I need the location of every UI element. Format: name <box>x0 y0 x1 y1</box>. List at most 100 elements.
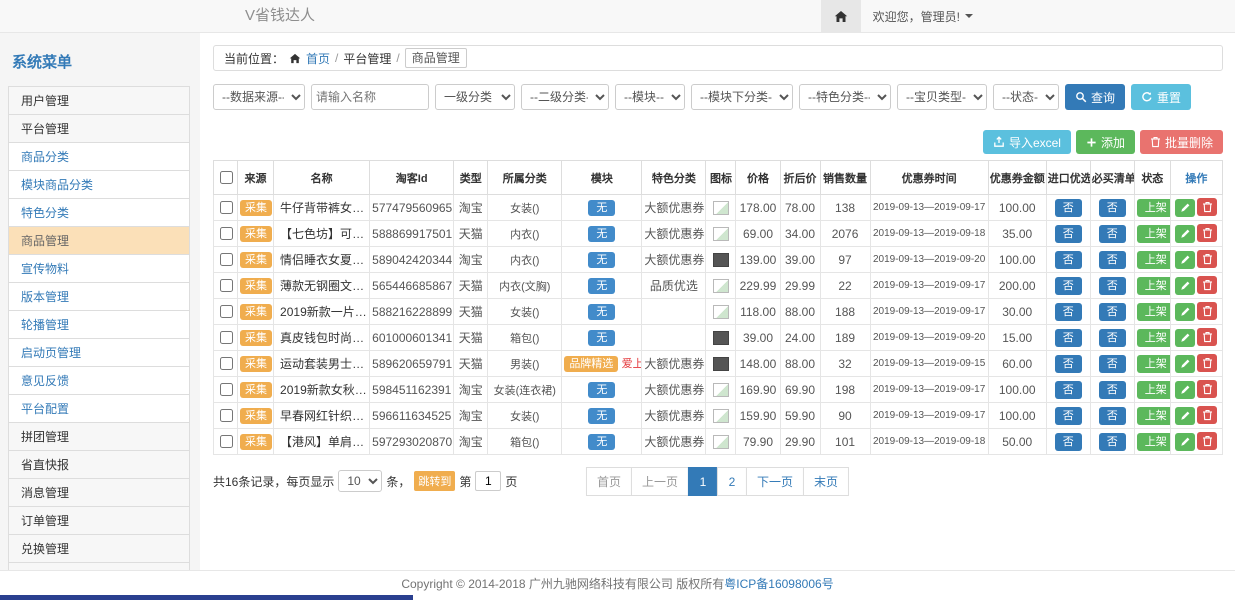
sidebar-item[interactable]: 消息管理 <box>8 478 190 507</box>
import-select-toggle[interactable]: 否 <box>1055 303 1082 321</box>
sidebar-item[interactable]: 拼团管理 <box>8 422 190 451</box>
delete-button[interactable] <box>1197 354 1217 372</box>
edit-button[interactable] <box>1175 355 1195 373</box>
module-filter[interactable]: --模块-- <box>615 84 685 110</box>
horizontal-scrollbar-thumb[interactable] <box>0 595 413 600</box>
pager-button[interactable]: 2 <box>717 467 747 496</box>
edit-button[interactable] <box>1175 407 1195 425</box>
status-toggle[interactable]: 上架 <box>1137 277 1171 295</box>
import-select-toggle[interactable]: 否 <box>1055 199 1082 217</box>
must-buy-toggle[interactable]: 否 <box>1099 251 1126 269</box>
source-filter[interactable]: --数据来源-- <box>213 84 305 110</box>
add-button[interactable]: 添加 <box>1076 130 1135 154</box>
row-checkbox[interactable] <box>220 409 233 422</box>
must-buy-toggle[interactable]: 否 <box>1099 199 1126 217</box>
row-checkbox[interactable] <box>220 331 233 344</box>
status-toggle[interactable]: 上架 <box>1137 381 1171 399</box>
sidebar-item[interactable]: 商品分类 <box>8 142 190 171</box>
sidebar-item[interactable] <box>8 562 190 570</box>
row-checkbox[interactable] <box>220 305 233 318</box>
status-toggle[interactable]: 上架 <box>1137 303 1171 321</box>
must-buy-toggle[interactable]: 否 <box>1099 225 1126 243</box>
must-buy-toggle[interactable]: 否 <box>1099 355 1126 373</box>
must-buy-toggle[interactable]: 否 <box>1099 381 1126 399</box>
pager-button[interactable]: 1 <box>688 467 718 496</box>
edit-button[interactable] <box>1175 329 1195 347</box>
edit-button[interactable] <box>1175 433 1195 451</box>
delete-button[interactable] <box>1197 328 1217 346</box>
row-checkbox[interactable] <box>220 227 233 240</box>
import-select-toggle[interactable]: 否 <box>1055 251 1082 269</box>
edit-button[interactable] <box>1175 225 1195 243</box>
user-menu[interactable]: 欢迎您，管理员! <box>861 0 985 32</box>
breadcrumb-home-link[interactable]: 首页 <box>306 50 330 67</box>
delete-button[interactable] <box>1197 224 1217 242</box>
sidebar-item[interactable]: 商品管理 <box>8 226 190 255</box>
must-buy-toggle[interactable]: 否 <box>1099 433 1126 451</box>
sidebar-item[interactable]: 轮播管理 <box>8 310 190 339</box>
sidebar-item[interactable]: 启动页管理 <box>8 338 190 367</box>
pager-button[interactable]: 末页 <box>803 467 849 496</box>
level2-category-filter[interactable]: --二级分类-- <box>521 84 609 110</box>
select-all-checkbox[interactable] <box>220 171 233 184</box>
status-toggle[interactable]: 上架 <box>1137 251 1171 269</box>
row-checkbox[interactable] <box>220 279 233 292</box>
pager-button[interactable]: 上一页 <box>631 467 689 496</box>
page-size-select[interactable]: 10 <box>338 470 382 492</box>
row-checkbox[interactable] <box>220 357 233 370</box>
level1-category-filter[interactable]: 一级分类 <box>435 84 515 110</box>
delete-button[interactable] <box>1197 250 1217 268</box>
row-checkbox[interactable] <box>220 253 233 266</box>
must-buy-toggle[interactable]: 否 <box>1099 277 1126 295</box>
row-checkbox[interactable] <box>220 383 233 396</box>
must-buy-toggle[interactable]: 否 <box>1099 303 1126 321</box>
edit-button[interactable] <box>1175 277 1195 295</box>
status-toggle[interactable]: 上架 <box>1137 433 1171 451</box>
sidebar-item[interactable]: 版本管理 <box>8 282 190 311</box>
import-excel-button[interactable]: 导入excel <box>983 130 1071 154</box>
delete-button[interactable] <box>1197 380 1217 398</box>
sidebar-item[interactable]: 平台配置 <box>8 394 190 423</box>
import-select-toggle[interactable]: 否 <box>1055 329 1082 347</box>
must-buy-toggle[interactable]: 否 <box>1099 407 1126 425</box>
sidebar-item[interactable]: 兑换管理 <box>8 534 190 563</box>
batch-delete-button[interactable]: 批量删除 <box>1140 130 1223 154</box>
sidebar-item[interactable]: 订单管理 <box>8 506 190 535</box>
home-nav-button[interactable] <box>821 0 861 32</box>
sidebar-item[interactable]: 平台管理 <box>8 114 190 143</box>
must-buy-toggle[interactable]: 否 <box>1099 329 1126 347</box>
reset-button[interactable]: 重置 <box>1131 84 1191 110</box>
sidebar-item[interactable]: 意见反馈 <box>8 366 190 395</box>
feature-category-filter[interactable]: --特色分类-- <box>799 84 891 110</box>
status-toggle[interactable]: 上架 <box>1137 407 1171 425</box>
icp-link[interactable]: 粤ICP备16098006号 <box>724 577 833 591</box>
import-select-toggle[interactable]: 否 <box>1055 433 1082 451</box>
delete-button[interactable] <box>1197 406 1217 424</box>
import-select-toggle[interactable]: 否 <box>1055 381 1082 399</box>
edit-button[interactable] <box>1175 303 1195 321</box>
sidebar-item[interactable]: 省直快报 <box>8 450 190 479</box>
delete-button[interactable] <box>1197 432 1217 450</box>
edit-button[interactable] <box>1175 199 1195 217</box>
pager-button[interactable]: 下一页 <box>746 467 804 496</box>
import-select-toggle[interactable]: 否 <box>1055 407 1082 425</box>
row-checkbox[interactable] <box>220 435 233 448</box>
sidebar-item[interactable]: 模块商品分类 <box>8 170 190 199</box>
status-filter[interactable]: --状态-- <box>993 84 1059 110</box>
import-select-toggle[interactable]: 否 <box>1055 225 1082 243</box>
sidebar-item[interactable]: 特色分类 <box>8 198 190 227</box>
status-toggle[interactable]: 上架 <box>1137 199 1171 217</box>
jump-page-input[interactable] <box>475 471 501 491</box>
sidebar-item[interactable]: 宣传物料 <box>8 254 190 283</box>
status-toggle[interactable]: 上架 <box>1137 225 1171 243</box>
row-checkbox[interactable] <box>220 201 233 214</box>
delete-button[interactable] <box>1197 276 1217 294</box>
module-sub-category-filter[interactable]: --模块下分类-- <box>691 84 793 110</box>
item-type-filter[interactable]: --宝贝类型-- <box>897 84 987 110</box>
edit-button[interactable] <box>1175 381 1195 399</box>
search-button[interactable]: 查询 <box>1065 84 1125 110</box>
delete-button[interactable] <box>1197 302 1217 320</box>
name-search-input[interactable] <box>311 84 429 110</box>
status-toggle[interactable]: 上架 <box>1137 355 1171 373</box>
edit-button[interactable] <box>1175 251 1195 269</box>
